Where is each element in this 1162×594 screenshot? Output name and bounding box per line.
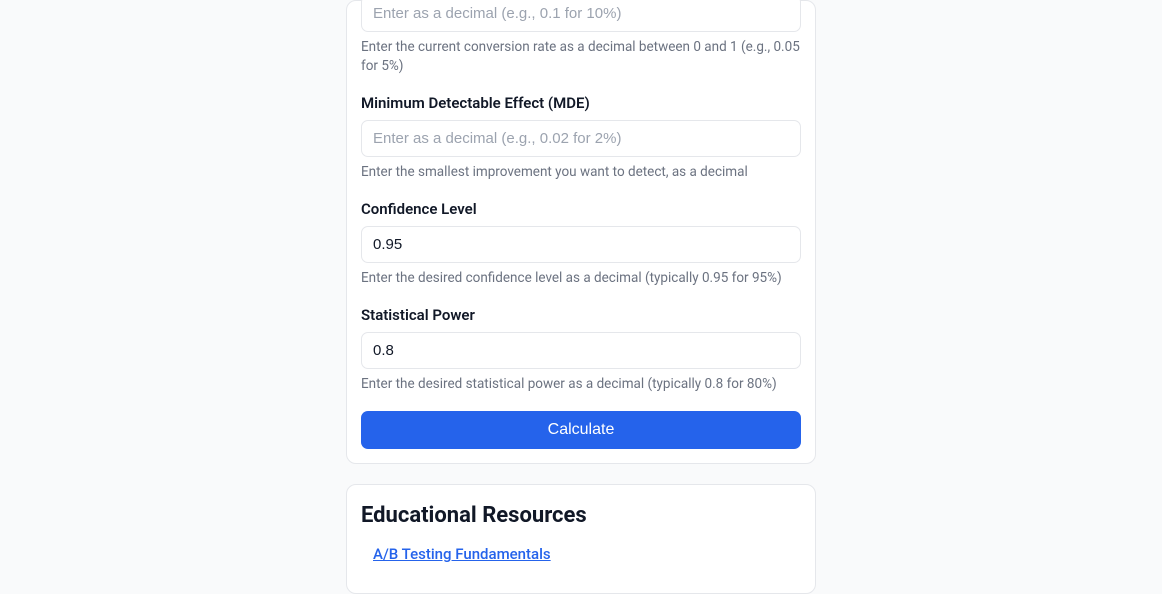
mde-label: Minimum Detectable Effect (MDE) xyxy=(361,94,801,112)
mde-input[interactable] xyxy=(361,120,801,157)
confidence-input[interactable] xyxy=(361,226,801,263)
calculate-button[interactable]: Calculate xyxy=(361,411,801,449)
baseline-conversion-input[interactable] xyxy=(361,0,801,32)
power-label: Statistical Power xyxy=(361,306,801,324)
confidence-label: Confidence Level xyxy=(361,200,801,218)
confidence-help: Enter the desired confidence level as a … xyxy=(361,269,801,288)
power-help: Enter the desired statistical power as a… xyxy=(361,375,801,394)
mde-help: Enter the smallest improvement you want … xyxy=(361,163,801,182)
baseline-conversion-help: Enter the current conversion rate as a d… xyxy=(361,38,801,76)
power-input[interactable] xyxy=(361,332,801,369)
calculator-card: Enter the current conversion rate as a d… xyxy=(346,0,816,464)
resource-link-ab-testing[interactable]: A/B Testing Fundamentals xyxy=(373,545,551,563)
resources-heading: Educational Resources xyxy=(361,503,801,528)
resources-card: Educational Resources A/B Testing Fundam… xyxy=(346,484,816,594)
